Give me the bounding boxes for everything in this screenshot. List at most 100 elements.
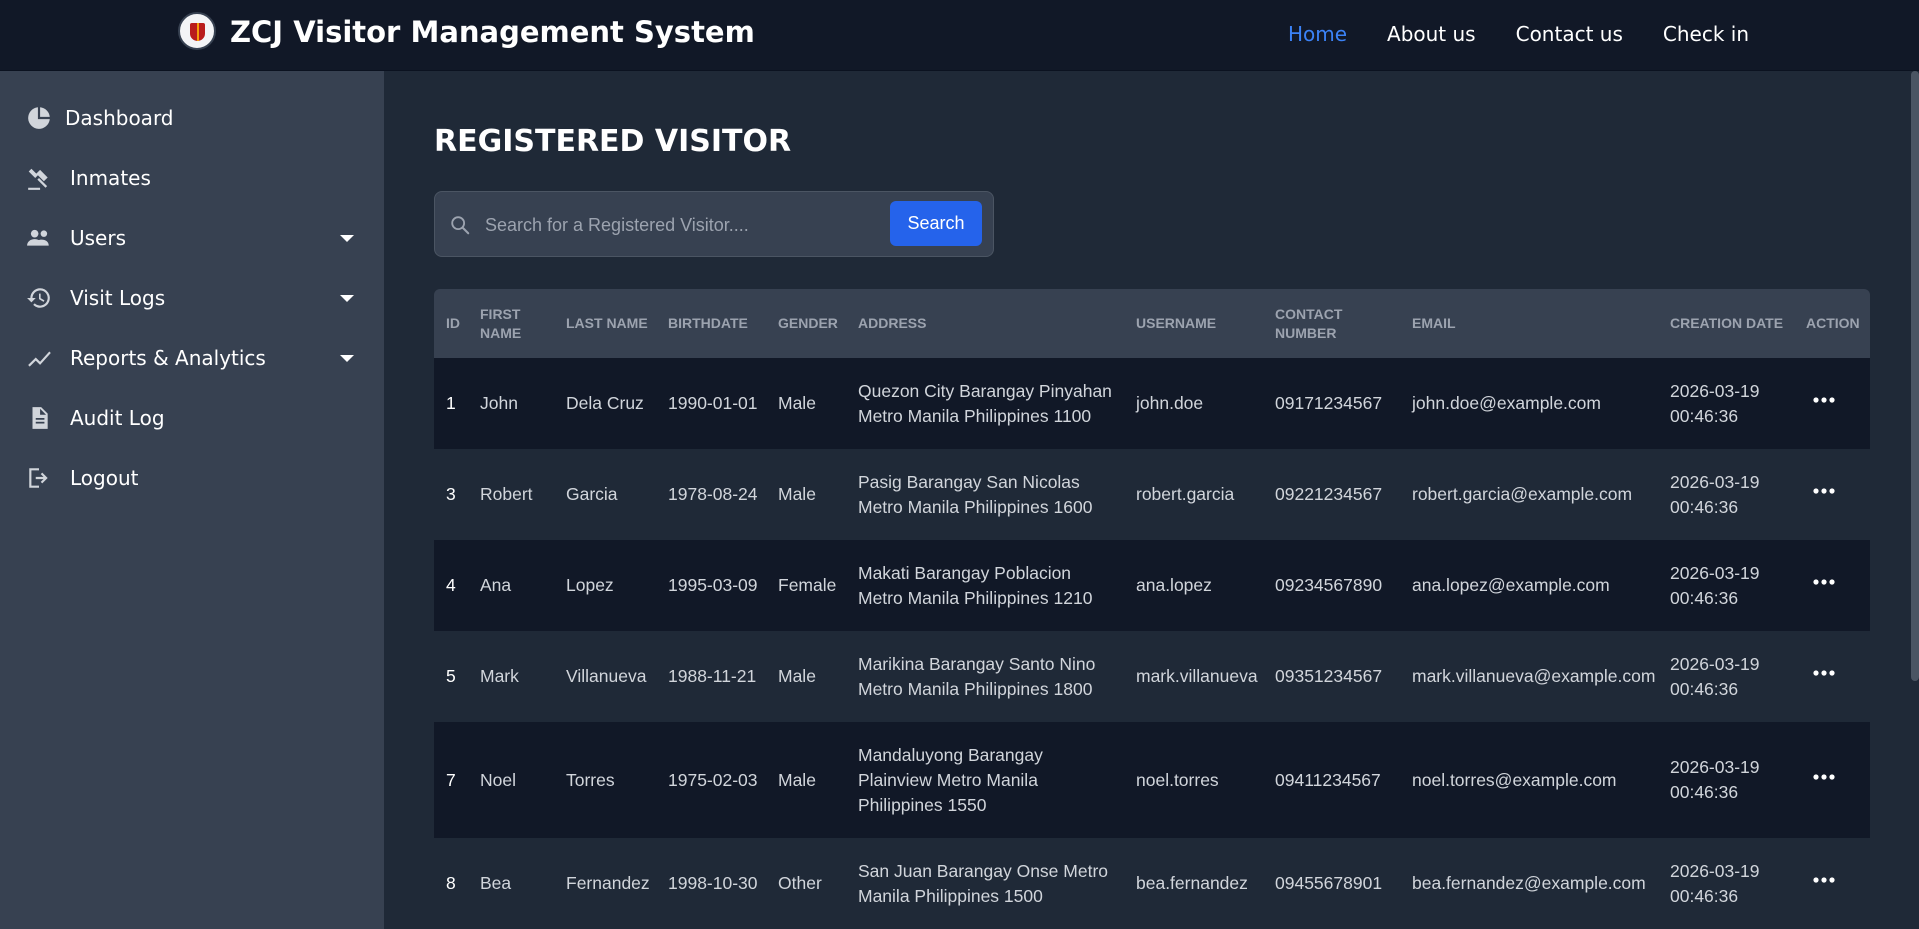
cell-id: 7: [446, 769, 456, 790]
sidebar-item-audit-log[interactable]: Audit Log: [0, 394, 384, 442]
document-icon: [32, 407, 48, 429]
search-icon: [451, 216, 470, 235]
cell-contact-number: 09351234567: [1275, 666, 1383, 686]
cell-address: San Juan Barangay Onse Metro Manila Phil…: [858, 860, 1109, 906]
cell-gender: Male: [778, 484, 816, 504]
sidebar-item-inmates[interactable]: Inmates: [0, 154, 384, 202]
sidebar-item-label: Dashboard: [65, 106, 174, 130]
cell-action: [1794, 631, 1870, 722]
cell-username: bea.fernandez: [1136, 873, 1248, 893]
cell-last-name: Lopez: [566, 575, 614, 595]
cell-email: robert.garcia@example.com: [1412, 484, 1633, 504]
cell-username: noel.torres: [1136, 769, 1219, 790]
column-header-creation-date: CREATION DATE: [1670, 315, 1784, 331]
ellipsis-icon[interactable]: [1810, 769, 1838, 789]
ellipsis-icon[interactable]: [1810, 483, 1838, 503]
column-header-address: ADDRESS: [858, 315, 927, 331]
cell-id: 1: [446, 393, 456, 413]
search-button[interactable]: Search: [890, 201, 982, 246]
pie-chart-icon: [28, 107, 50, 129]
ellipsis-icon[interactable]: [1810, 665, 1838, 685]
sidebar: Dashboard Inmates Users Visit Logs Repor…: [0, 71, 384, 929]
cell-address: Marikina Barangay Santo Nino Metro Manil…: [858, 653, 1096, 699]
trend-line-icon: [28, 351, 51, 367]
cell-contact-number: 09234567890: [1275, 575, 1383, 595]
visitors-table: ID FIRST NAME LAST NAME BIRTHDATE GENDER…: [434, 289, 1870, 929]
nav-checkin-link[interactable]: Check in: [1663, 22, 1749, 46]
cell-action: [1794, 358, 1870, 449]
chevron-down-icon[interactable]: [340, 354, 354, 362]
cell-creation-date: 2026-03-19 00:46:36: [1670, 860, 1760, 906]
cell-gender: Male: [778, 769, 816, 790]
cell-contact-number: 09411234567: [1275, 769, 1381, 790]
nav-about-link[interactable]: About us: [1387, 22, 1476, 46]
column-header-email: EMAIL: [1412, 315, 1456, 331]
cell-action: [1794, 540, 1870, 631]
table-header-row: ID FIRST NAME LAST NAME BIRTHDATE GENDER…: [434, 289, 1870, 358]
column-header-username: USERNAME: [1136, 315, 1217, 331]
cell-last-name: Dela Cruz: [566, 393, 644, 413]
app-title[interactable]: ZCJ Visitor Management System: [230, 15, 755, 49]
cell-first-name: Ana: [480, 575, 512, 595]
seal-logo-icon[interactable]: [178, 12, 216, 50]
cell-birthdate: 1988-11-21: [668, 666, 757, 686]
search-input[interactable]: [485, 206, 875, 244]
sidebar-item-dashboard[interactable]: Dashboard: [0, 94, 384, 142]
sidebar-item-logout[interactable]: Logout: [0, 454, 384, 502]
cell-last-name: Fernandez: [566, 873, 650, 893]
cell-email: noel.torres@example.com: [1412, 769, 1617, 790]
sidebar-item-users[interactable]: Users: [0, 214, 384, 262]
main-content: REGISTERED VISITOR Search ID FIRST NAME …: [384, 71, 1919, 929]
cell-email: john.doe@example.com: [1412, 393, 1601, 413]
sidebar-item-label: Visit Logs: [70, 286, 166, 310]
cell-id: 8: [446, 873, 456, 893]
cell-action: [1794, 449, 1870, 540]
sidebar-item-label: Inmates: [70, 166, 151, 190]
chevron-down-icon[interactable]: [340, 234, 354, 242]
users-icon: [27, 229, 49, 246]
table-row: 8 Bea Fernandez 1998-10-30 Other San Jua…: [434, 838, 1870, 929]
top-navbar: ZCJ Visitor Management System Home About…: [0, 0, 1919, 71]
column-header-gender: GENDER: [778, 315, 838, 331]
cell-last-name: Torres: [566, 769, 615, 790]
gavel-icon: [28, 168, 48, 190]
sidebar-item-label: Reports & Analytics: [70, 346, 266, 370]
top-nav: Home About us Contact us Check in: [1288, 22, 1749, 46]
column-header-action: ACTION: [1806, 315, 1860, 331]
cell-address: Pasig Barangay San Nicolas Metro Manila …: [858, 471, 1093, 517]
cell-gender: Other: [778, 873, 822, 893]
cell-last-name: Garcia: [566, 484, 618, 504]
cell-contact-number: 09171234567: [1275, 393, 1383, 413]
cell-first-name: John: [480, 393, 518, 413]
ellipsis-icon[interactable]: [1810, 872, 1838, 892]
cell-creation-date: 2026-03-19 00:46:36: [1670, 471, 1760, 517]
cell-id: 5: [446, 666, 456, 686]
sidebar-item-visit-logs[interactable]: Visit Logs: [0, 274, 384, 322]
cell-first-name: Robert: [480, 484, 533, 504]
cell-last-name: Villanueva: [566, 666, 647, 686]
ellipsis-icon[interactable]: [1810, 574, 1838, 594]
table-row: 4 Ana Lopez 1995-03-09 Female Makati Bar…: [434, 540, 1870, 631]
table-row: 1 John Dela Cruz 1990-01-01 Male Quezon …: [434, 358, 1870, 449]
cell-username: robert.garcia: [1136, 484, 1235, 504]
cell-birthdate: 1995-03-09: [668, 575, 758, 595]
search-bar: Search: [434, 191, 994, 257]
sidebar-item-reports[interactable]: Reports & Analytics: [0, 334, 384, 382]
cell-creation-date: 2026-03-19 00:46:36: [1670, 380, 1760, 426]
cell-action: [1794, 838, 1870, 929]
nav-home-link[interactable]: Home: [1288, 22, 1347, 46]
cell-username: john.doe: [1136, 393, 1204, 413]
nav-contact-link[interactable]: Contact us: [1516, 22, 1623, 46]
cell-address: Quezon City Barangay Pinyahan Metro Mani…: [858, 380, 1112, 426]
chevron-down-icon[interactable]: [340, 294, 354, 302]
scrollbar-thumb[interactable]: [1911, 71, 1919, 681]
cell-action: [1794, 722, 1870, 838]
cell-first-name: Noel: [480, 769, 516, 790]
table-row: 3 Robert Garcia 1978-08-24 Male Pasig Ba…: [434, 449, 1870, 540]
column-header-first-name: FIRST NAME: [480, 305, 522, 341]
cell-creation-date: 2026-03-19 00:46:36: [1670, 757, 1760, 802]
table-row: 5 Mark Villanueva 1988-11-21 Male Mariki…: [434, 631, 1870, 722]
page-scrollbar[interactable]: [1911, 71, 1919, 929]
ellipsis-icon[interactable]: [1810, 392, 1838, 412]
cell-id: 3: [446, 484, 456, 504]
